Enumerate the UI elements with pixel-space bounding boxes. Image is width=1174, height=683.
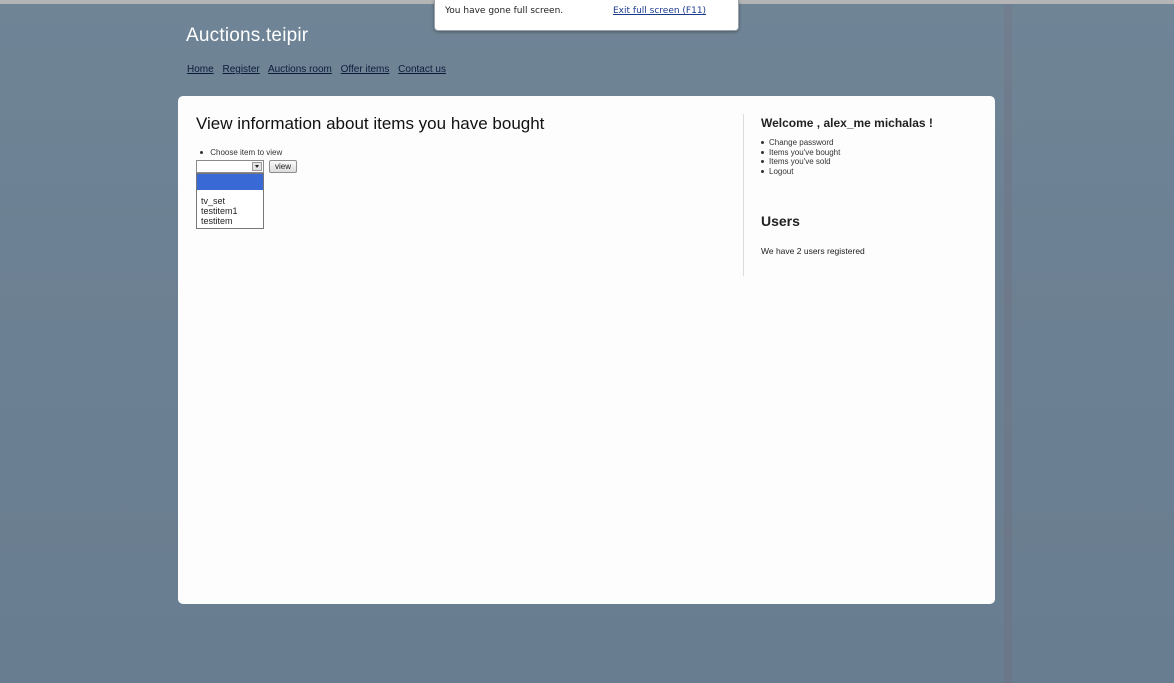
view-button[interactable]: view (269, 160, 298, 173)
choose-item-label: Choose item to view (200, 148, 282, 157)
column-divider (743, 114, 744, 276)
bullet-icon (200, 151, 203, 155)
sidebar-item-items-bought: Items you've bought (761, 148, 986, 158)
main-column: View information about items you have bo… (196, 114, 736, 229)
nav-home-link[interactable]: Home (187, 64, 214, 75)
nav-auctions-room-link[interactable]: Auctions room (268, 64, 332, 75)
item-dropdown-list: tv_set testitem1 testitem (196, 173, 264, 229)
sidebar-item-change-password: Change password (761, 138, 986, 148)
site-nav: Home Register Auctions room Offer items … (187, 64, 452, 75)
nav-offer-items-link[interactable]: Offer items (341, 64, 390, 75)
change-password-link[interactable]: Change password (769, 138, 833, 147)
bullet-icon (761, 141, 764, 145)
fullscreen-notice: You have gone full screen. Exit full scr… (434, 0, 739, 31)
item-select[interactable] (196, 160, 264, 173)
dropdown-option-testitem1[interactable]: testitem1 (197, 206, 263, 216)
page-title: View information about items you have bo… (196, 114, 545, 133)
items-sold-link[interactable]: Items you've sold (769, 157, 831, 166)
bullet-icon (761, 169, 764, 173)
dropdown-option-empty[interactable] (197, 174, 263, 190)
sidebar: Welcome , alex_me michalas ! Change pass… (761, 116, 986, 256)
chevron-down-icon[interactable] (252, 162, 262, 171)
dropdown-option-tv-set[interactable]: tv_set (197, 196, 263, 206)
fullscreen-message: You have gone full screen. (445, 6, 564, 16)
exit-fullscreen-link[interactable]: Exit full screen (F11) (613, 6, 706, 16)
users-heading: Users (761, 213, 800, 229)
nav-contact-us-link[interactable]: Contact us (398, 64, 446, 75)
site-title: Auctions.teipir (186, 25, 309, 46)
choose-item-text: Choose item to view (210, 148, 283, 157)
bullet-icon (761, 150, 764, 154)
account-links: Change password Items you've bought Item… (761, 138, 986, 176)
background-streak (1004, 4, 1012, 683)
items-bought-link[interactable]: Items you've bought (769, 148, 840, 157)
bullet-icon (761, 160, 764, 164)
welcome-heading: Welcome , alex_me michalas ! (761, 116, 933, 130)
users-count-text: We have 2 users registered (761, 246, 865, 256)
nav-register-link[interactable]: Register (222, 64, 259, 75)
dropdown-option-testitem[interactable]: testitem (197, 216, 263, 226)
content-panel: View information about items you have bo… (178, 96, 995, 604)
logout-link[interactable]: Logout (769, 167, 793, 176)
sidebar-item-logout: Logout (761, 167, 986, 177)
sidebar-item-items-sold: Items you've sold (761, 157, 986, 167)
